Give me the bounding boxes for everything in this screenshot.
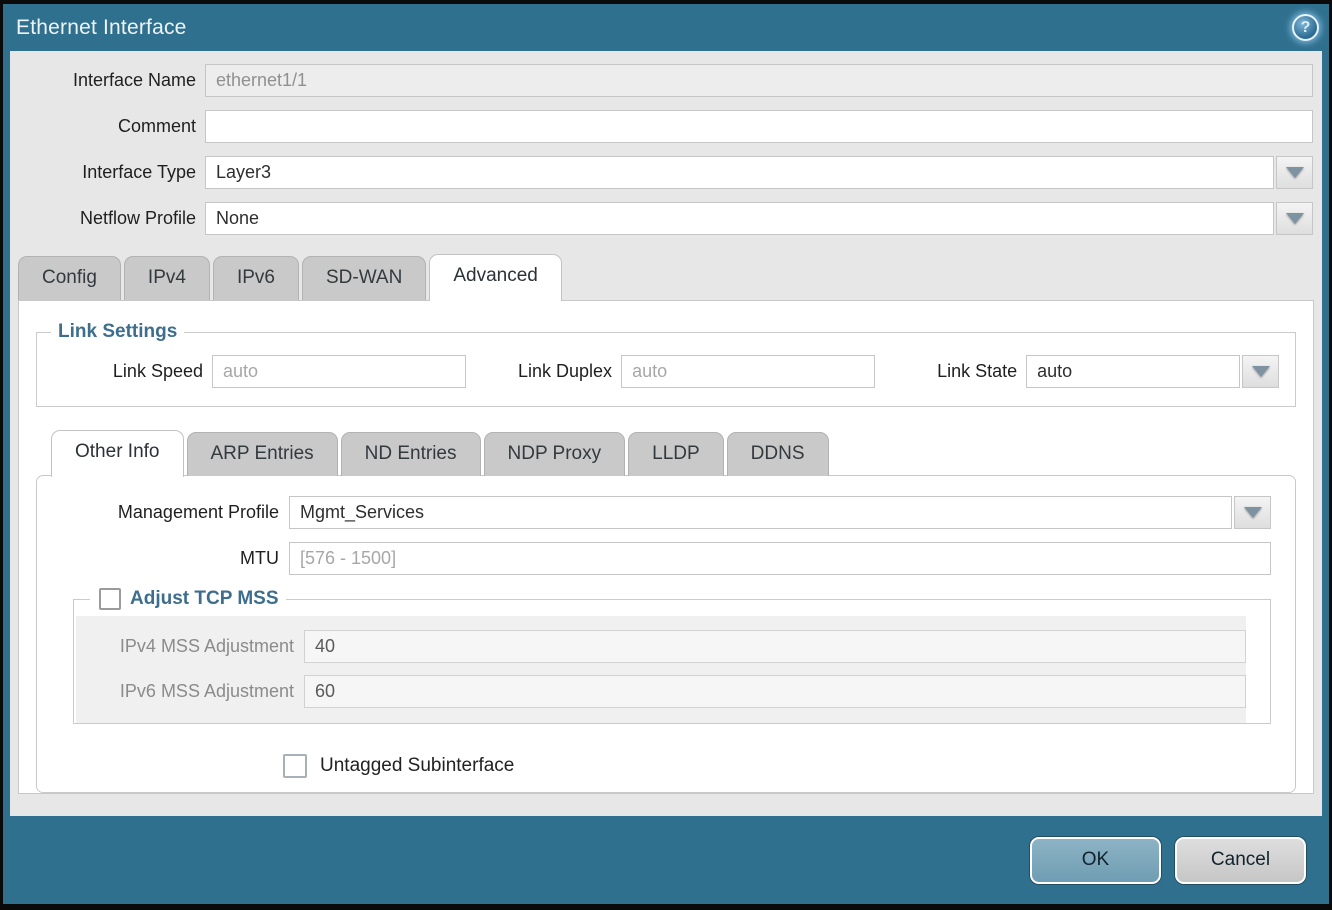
interface-type-combo <box>205 156 1313 189</box>
tab-arp-entries[interactable]: ARP Entries <box>187 432 338 476</box>
management-profile-field[interactable] <box>289 496 1232 529</box>
tab-ipv4[interactable]: IPv4 <box>124 256 210 300</box>
ipv6-mss-label: IPv6 MSS Adjustment <box>76 681 304 702</box>
netflow-profile-combo <box>205 202 1313 235</box>
link-state-field[interactable] <box>1026 355 1240 388</box>
link-settings-fieldset: Link Settings Link Speed Link Duplex Lin… <box>36 321 1296 407</box>
ipv4-mss-row: IPv4 MSS Adjustment <box>76 630 1246 663</box>
management-profile-combo <box>289 496 1271 529</box>
comment-field[interactable] <box>205 110 1313 143</box>
ipv4-mss-field <box>304 630 1246 663</box>
mtu-row: MTU <box>61 542 1271 575</box>
link-duplex-label: Link Duplex <box>518 361 621 382</box>
link-speed-label: Link Speed <box>37 361 212 382</box>
other-info-panel: Management Profile MTU <box>36 475 1296 793</box>
adjust-tcp-mss-label: Adjust TCP MSS <box>130 588 279 610</box>
help-icon[interactable]: ? <box>1292 14 1319 41</box>
dialog-content: Interface Name Comment Interface Type Ne… <box>10 51 1322 816</box>
chevron-down-icon <box>1286 213 1304 224</box>
netflow-profile-label: Netflow Profile <box>19 208 205 229</box>
adjust-tcp-mss-legend: Adjust TCP MSS <box>90 588 286 610</box>
ok-button[interactable]: OK <box>1030 837 1161 884</box>
dialog-footer: OK Cancel <box>3 816 1329 904</box>
link-duplex-field[interactable] <box>621 355 875 388</box>
tab-config[interactable]: Config <box>18 256 121 300</box>
chevron-down-icon <box>1286 167 1304 178</box>
link-state-dropdown-button[interactable] <box>1242 355 1279 388</box>
interface-type-field[interactable] <box>205 156 1274 189</box>
link-settings-row: Link Speed Link Duplex Link State <box>37 355 1283 388</box>
netflow-profile-dropdown-button[interactable] <box>1276 202 1313 235</box>
advanced-tab-panel: Link Settings Link Speed Link Duplex Lin… <box>18 300 1314 794</box>
tab-advanced[interactable]: Advanced <box>429 254 562 301</box>
link-state-label: Link State <box>937 361 1026 382</box>
dialog-title: Ethernet Interface <box>16 16 187 40</box>
chevron-down-icon <box>1244 507 1262 518</box>
netflow-profile-row: Netflow Profile <box>19 202 1313 235</box>
main-tabstrip: Config IPv4 IPv6 SD-WAN Advanced <box>10 248 1322 300</box>
tab-nd-entries[interactable]: ND Entries <box>341 432 481 476</box>
interface-type-dropdown-button[interactable] <box>1276 156 1313 189</box>
management-profile-row: Management Profile <box>61 496 1271 529</box>
ethernet-interface-dialog: Ethernet Interface ? Interface Name Comm… <box>3 4 1329 904</box>
ipv6-mss-field <box>304 675 1246 708</box>
chevron-down-icon <box>1252 366 1270 377</box>
adjust-tcp-mss-checkbox[interactable] <box>99 588 121 610</box>
interface-name-label: Interface Name <box>19 70 205 91</box>
ipv6-mss-row: IPv6 MSS Adjustment <box>76 675 1246 708</box>
netflow-profile-field[interactable] <box>205 202 1274 235</box>
link-state-combo <box>1026 355 1279 388</box>
mtu-label: MTU <box>61 548 289 569</box>
management-profile-dropdown-button[interactable] <box>1234 496 1271 529</box>
untagged-subinterface-checkbox[interactable] <box>283 754 307 778</box>
untagged-subinterface-row: Untagged Subinterface <box>283 754 1271 778</box>
tab-other-info[interactable]: Other Info <box>51 430 184 477</box>
link-settings-legend: Link Settings <box>51 321 184 343</box>
comment-row: Comment <box>19 110 1313 143</box>
mtu-field[interactable] <box>289 542 1271 575</box>
management-profile-label: Management Profile <box>61 502 289 523</box>
top-form: Interface Name Comment Interface Type Ne… <box>10 51 1322 248</box>
tab-lldp[interactable]: LLDP <box>628 432 724 476</box>
inner-tabstrip: Other Info ARP Entries ND Entries NDP Pr… <box>34 424 1298 476</box>
interface-name-row: Interface Name <box>19 64 1313 97</box>
untagged-subinterface-label: Untagged Subinterface <box>320 755 514 777</box>
tab-ipv6[interactable]: IPv6 <box>213 256 299 300</box>
cancel-button[interactable]: Cancel <box>1175 837 1306 884</box>
tab-ndp-proxy[interactable]: NDP Proxy <box>484 432 626 476</box>
titlebar: Ethernet Interface ? <box>3 4 1329 51</box>
adjust-tcp-mss-fieldset: Adjust TCP MSS IPv4 MSS Adjustment IPv6 … <box>73 588 1271 724</box>
comment-label: Comment <box>19 116 205 137</box>
mss-disabled-area: IPv4 MSS Adjustment IPv6 MSS Adjustment <box>76 616 1246 723</box>
link-speed-field[interactable] <box>212 355 466 388</box>
ipv4-mss-label: IPv4 MSS Adjustment <box>76 636 304 657</box>
interface-type-row: Interface Type <box>19 156 1313 189</box>
interface-name-field <box>205 64 1313 97</box>
tab-ddns[interactable]: DDNS <box>727 432 829 476</box>
interface-type-label: Interface Type <box>19 162 205 183</box>
tab-sdwan[interactable]: SD-WAN <box>302 256 426 300</box>
